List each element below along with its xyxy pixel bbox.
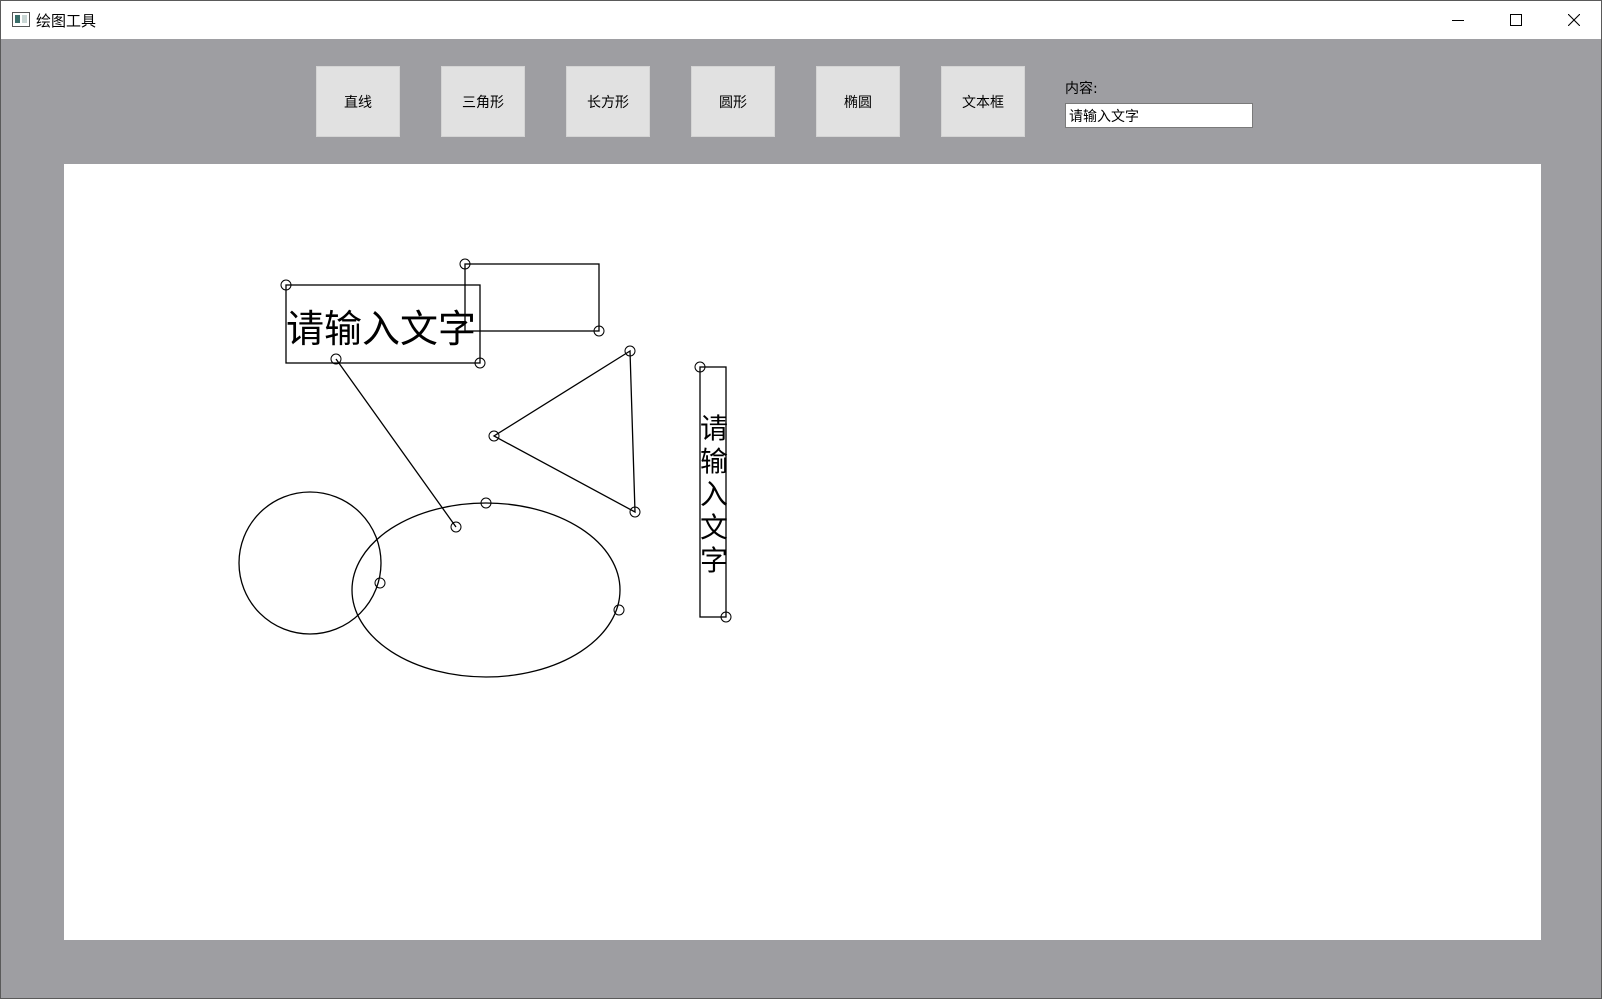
line-segment[interactable]	[335, 358, 457, 528]
text-box-text: 请输入文字	[286, 307, 476, 351]
ellipse-shape[interactable]	[351, 497, 625, 678]
text-box-horizontal[interactable]: 请输入文字	[280, 279, 486, 369]
content-label: 内容:	[1065, 81, 1098, 97]
rectangle-tool-button[interactable]: 长方形	[566, 66, 650, 137]
triangle-shape[interactable]	[488, 345, 641, 518]
triangle-outline[interactable]	[492, 349, 636, 514]
selection-handle[interactable]	[374, 577, 386, 589]
canvas-svg[interactable]: 请输入文字 请 输 入 文 字	[64, 164, 1541, 940]
content-input[interactable]	[1065, 103, 1253, 128]
triangle-tool-button[interactable]: 三角形	[441, 66, 525, 137]
ellipse-tool-button[interactable]: 椭圆	[816, 66, 900, 137]
app-window: 绘图工具 直线 三角形 长方形 圆形 椭圆 文本框 内容: 请输入文字 请输入文…	[0, 0, 1602, 999]
close-icon	[1568, 13, 1580, 26]
minimize-icon	[1452, 19, 1464, 21]
vertical-text-char: 字	[700, 544, 728, 577]
minimize-button[interactable]	[1429, 1, 1487, 38]
circle-shape[interactable]	[238, 491, 386, 635]
drawing-canvas[interactable]: 请输入文字 请 输 入 文 字	[64, 164, 1541, 940]
ellipse-outline[interactable]	[351, 502, 621, 678]
vertical-text-char: 请	[700, 412, 728, 445]
circle-tool-button[interactable]: 圆形	[691, 66, 775, 137]
rectangle-border[interactable]	[464, 263, 600, 332]
circle-outline[interactable]	[238, 491, 382, 635]
text-box-vertical[interactable]: 请 输 入 文 字	[694, 361, 732, 623]
vertical-text-char: 入	[700, 478, 728, 511]
selection-handle[interactable]	[613, 604, 625, 616]
vertical-text-char: 文	[700, 511, 728, 544]
maximize-button[interactable]	[1487, 1, 1545, 38]
app-icon	[12, 12, 30, 27]
rectangle-shape[interactable]	[459, 258, 605, 337]
textbox-tool-button[interactable]: 文本框	[941, 66, 1025, 137]
window-title: 绘图工具	[36, 12, 97, 30]
vertical-text-char: 输	[700, 445, 728, 478]
title-bar[interactable]: 绘图工具	[1, 1, 1601, 39]
maximize-icon	[1510, 13, 1522, 26]
close-button[interactable]	[1545, 1, 1602, 38]
line-tool-button[interactable]: 直线	[316, 66, 400, 137]
